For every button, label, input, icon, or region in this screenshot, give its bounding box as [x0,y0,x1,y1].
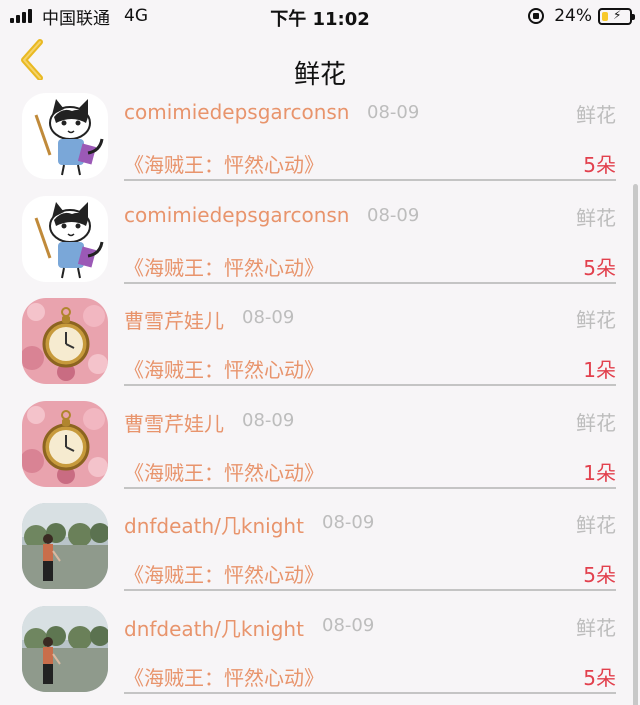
record-date: 08-09 [322,512,375,533]
flower-record-list[interactable]: comimiedepsgarconsn 08-09 鲜花 《海贼王：怦然心动》 5朵 c… [0,88,640,705]
page-title: 鲜花 [293,60,346,90]
flower-count: 5朵 [583,153,616,177]
book-title[interactable]: 《海贼王：怦然心动》 [124,662,324,691]
record-date: 08-09 [242,307,295,328]
username[interactable]: dnfdeath/几knight [124,510,304,539]
status-right: 24% ⚡ [528,5,635,27]
row-divider [124,589,616,591]
flower-count: 5朵 [583,255,616,280]
list-item[interactable]: 曹雪芹娃儿 08-09 鲜花《海贼王：怦然心动》 1朵 [0,396,640,499]
gift-type: 鲜花 [576,410,616,435]
username[interactable]: 曹雪芹娃儿 [124,305,224,334]
status-bar: 中国联通 4G 下午 11:02 24% ⚡ [0,0,640,32]
gift-type: 鲜花 [576,308,616,332]
list-item[interactable]: dnfdeath/几knight 08-09 鲜花《海贼王：怦然心动》 5朵 [0,601,640,704]
gift-type: 鲜花 [576,615,616,640]
row-divider [124,691,616,694]
person-avatar[interactable] [22,503,108,589]
person-avatar[interactable] [22,605,108,692]
book-title[interactable]: 《海贼王：怦然心动》 [124,252,324,281]
record-date: 08-09 [367,204,420,226]
cat-avatar[interactable] [22,93,108,179]
row-divider [124,486,616,489]
flower-count: 5朵 [583,563,616,587]
flower-count: 5朵 [583,665,616,690]
flower-count: 1朵 [583,460,616,485]
row-divider [124,179,616,181]
book-title[interactable]: 《海贼王：怦然心动》 [124,457,324,486]
scrollbar[interactable] [633,184,638,705]
username[interactable]: comimiedepsgarconsn [124,203,349,227]
record-date: 08-09 [242,409,295,431]
cat-avatar[interactable] [22,195,108,282]
charging-bolt-icon: ⚡ [613,7,622,22]
username[interactable]: comimiedepsgarconsn [124,100,349,124]
battery-fill [602,11,608,21]
battery-percent: 24% [554,6,592,26]
pocket-watch-avatar[interactable] [22,400,108,487]
gift-type: 鲜花 [576,205,616,230]
username[interactable]: 曹雪芹娃儿 [124,408,224,437]
rotation-lock-icon [528,8,545,24]
nav-bar: 鲜花 [0,32,640,90]
list-item[interactable]: comimiedepsgarconsn 08-09 鲜花《海贼王：怦然心动》 5朵 [0,88,640,191]
book-title[interactable]: 《海贼王：怦然心动》 [124,354,324,383]
book-title[interactable]: 《海贼王：怦然心动》 [124,559,324,588]
flower-count: 1朵 [583,358,616,382]
list-item[interactable]: dnfdeath/几knight 08-09 鲜花《海贼王：怦然心动》 5朵 [0,498,640,601]
gift-type: 鲜花 [576,103,616,127]
row-divider [124,384,616,386]
username[interactable]: dnfdeath/几knight [124,613,304,642]
gift-type: 鲜花 [576,513,616,537]
book-title[interactable]: 《海贼王：怦然心动》 [124,149,324,178]
record-date: 08-09 [322,614,375,636]
row-divider [124,281,616,284]
list-item[interactable]: 曹雪芹娃儿 08-09 鲜花《海贼王：怦然心动》 1朵 [0,293,640,396]
battery-icon: ⚡ [598,7,635,25]
record-date: 08-09 [367,102,420,123]
list-item[interactable]: comimiedepsgarconsn 08-09 鲜花《海贼王：怦然心动》 5朵 [0,191,640,294]
pocket-watch-avatar[interactable] [22,298,108,384]
